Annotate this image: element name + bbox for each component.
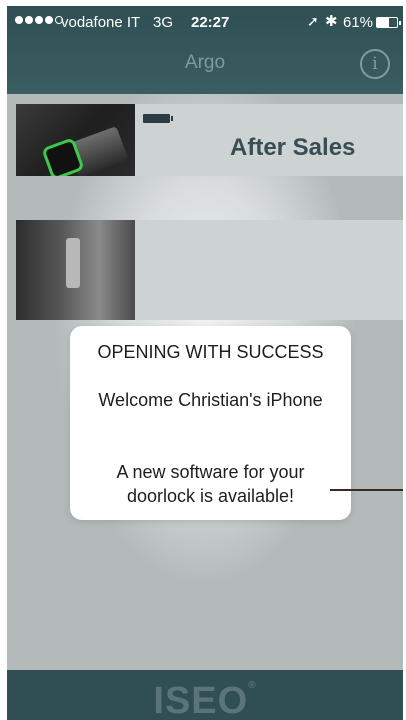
footer-bar: ISEO® bbox=[7, 670, 403, 720]
lock-thumbnail bbox=[16, 220, 135, 320]
signal-strength-icon bbox=[15, 16, 63, 24]
carrier-name: vodafone IT bbox=[61, 14, 141, 31]
content-area: After Sales OPENING WITH SUCCESS Welcome… bbox=[7, 94, 403, 670]
battery-icon bbox=[376, 17, 401, 28]
lock-thumbnail bbox=[16, 104, 135, 176]
location-icon: ➚ bbox=[307, 13, 319, 29]
top-bar: vodafone IT 3G 22:27 ➚ ✱ 61% Argo i bbox=[7, 6, 403, 94]
info-button[interactable]: i bbox=[360, 49, 390, 79]
battery-percent: 61% bbox=[343, 14, 374, 31]
alert-update-message: A new software for your doorlock is avai… bbox=[116, 462, 305, 506]
status-time: 22:27 bbox=[191, 14, 230, 31]
bluetooth-icon: ✱ bbox=[325, 13, 338, 30]
network-type: 3G bbox=[153, 14, 174, 31]
status-bar: vodafone IT 3G 22:27 ➚ ✱ 61% bbox=[7, 6, 403, 38]
app-screen: vodafone IT 3G 22:27 ➚ ✱ 61% Argo i Afte… bbox=[7, 6, 403, 720]
alert-welcome-message: Welcome Christian's iPhone bbox=[98, 390, 323, 410]
alert-title: OPENING WITH SUCCESS bbox=[97, 342, 324, 362]
battery-icon bbox=[143, 114, 173, 123]
battery-fill bbox=[377, 18, 390, 27]
iseo-logo: ISEO® bbox=[153, 680, 257, 720]
annotation-line bbox=[330, 489, 403, 491]
page-title: Argo bbox=[184, 52, 226, 73]
lock-card[interactable] bbox=[16, 220, 403, 320]
lock-card-after-sales[interactable]: After Sales bbox=[16, 104, 403, 176]
alert-dialog: OPENING WITH SUCCESS Welcome Christian's… bbox=[70, 326, 351, 520]
card-title: After Sales bbox=[230, 134, 356, 161]
